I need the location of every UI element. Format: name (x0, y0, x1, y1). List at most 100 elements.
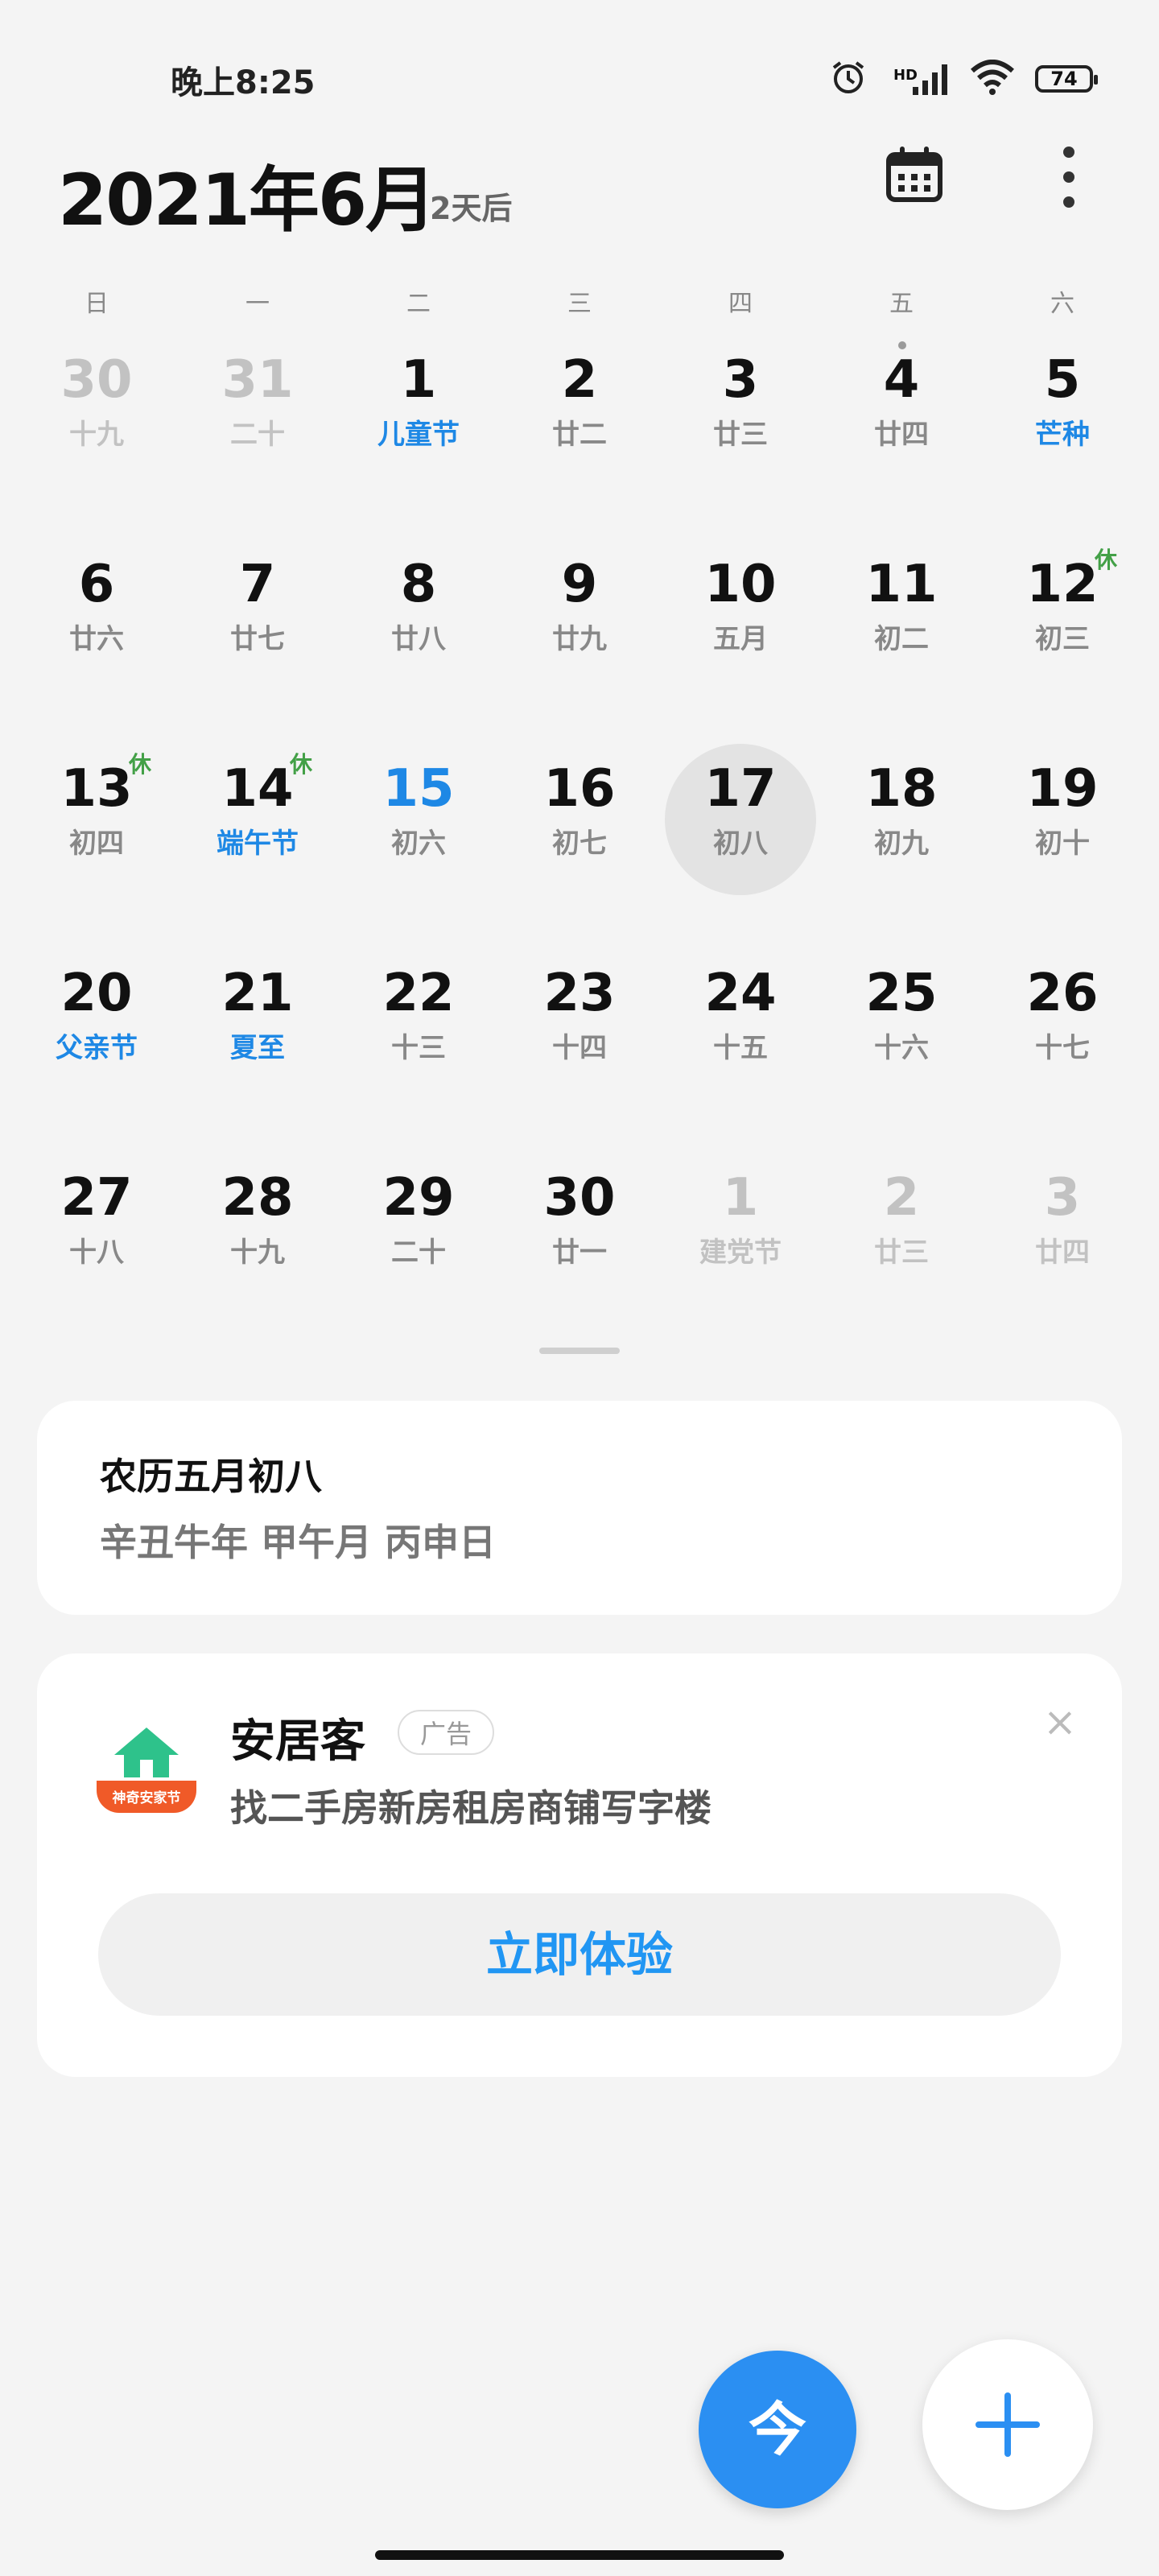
lunar-date: 十九 (69, 419, 124, 451)
more-options-icon[interactable] (1046, 147, 1091, 208)
weekday-label: 日 (85, 290, 109, 318)
day-cell[interactable]: 28 十九 (177, 1161, 338, 1365)
day-number: 23 (543, 964, 616, 1023)
day-cell[interactable]: 20 父亲节 (16, 956, 177, 1161)
lunar-date: 十五 (713, 1032, 768, 1064)
day-cell[interactable]: 22 十三 (338, 956, 499, 1161)
day-number: 14 (221, 759, 294, 819)
today-button[interactable]: 今 (699, 2351, 856, 2508)
day-cell[interactable]: 31 二十 (177, 343, 338, 547)
day-number: 12 (1026, 555, 1099, 614)
close-icon[interactable]: × (1040, 1702, 1080, 1742)
calendar-icon (886, 147, 942, 202)
day-number: 13 (60, 759, 133, 819)
day-cell[interactable]: 休 12 初三 (982, 547, 1143, 752)
day-cell[interactable]: 23 十四 (499, 956, 660, 1161)
lunar-date: 十六 (874, 1032, 929, 1064)
lunar-date: 端午节 (217, 828, 299, 860)
day-cell[interactable]: 7 廿七 (177, 547, 338, 752)
home-indicator[interactable] (375, 2550, 784, 2560)
lunar-date-title: 农历五月初八 (100, 1455, 322, 1498)
day-cell[interactable]: 30 十九 (16, 343, 177, 547)
network-type: HD (893, 67, 918, 84)
day-cell[interactable]: 休 13 初四 (16, 751, 177, 956)
day-cell[interactable]: 9 廿九 (499, 547, 660, 752)
day-number: 2 (883, 1168, 920, 1228)
day-cell-selected[interactable]: 17 初八 (660, 744, 821, 956)
day-number: 26 (1026, 964, 1099, 1023)
lunar-date: 二十 (391, 1236, 446, 1269)
event-dot (898, 341, 906, 349)
day-cell[interactable]: 2 廿二 (499, 343, 660, 547)
add-event-button[interactable] (922, 2339, 1093, 2510)
try-now-button[interactable]: 立即体验 (98, 1893, 1061, 2016)
lunar-date: 芒种 (1035, 419, 1090, 451)
day-cell[interactable]: 19 初十 (982, 752, 1143, 956)
day-cell[interactable]: 11 初二 (821, 547, 982, 752)
ad-app-name: 安居客 (230, 1715, 365, 1768)
day-cell[interactable]: 8 廿八 (338, 547, 499, 752)
day-cell[interactable]: 4 廿四 (821, 341, 982, 547)
ganzhi-detail: 辛丑牛年 甲午月 丙申日 (100, 1521, 497, 1564)
day-cell[interactable]: 30 廿一 (499, 1161, 660, 1365)
drag-handle[interactable] (539, 1348, 620, 1354)
day-cell[interactable]: 25 十六 (821, 956, 982, 1161)
day-number: 27 (60, 1168, 133, 1228)
day-cell[interactable]: 3 廿四 (982, 1161, 1143, 1365)
day-number: 29 (382, 1168, 455, 1228)
day-number: 24 (704, 964, 777, 1023)
day-cell[interactable]: 3 廿三 (660, 343, 821, 547)
lunar-date: 廿八 (391, 623, 446, 655)
lunar-date: 初四 (69, 828, 124, 860)
day-number: 25 (865, 964, 938, 1023)
ad-card[interactable]: 神奇安家节 安居客 广告 找二手房新房租房商铺写字楼 × 立即体验 (37, 1653, 1122, 2077)
day-number: 31 (221, 350, 294, 410)
lunar-date: 廿四 (874, 419, 929, 451)
day-cell[interactable]: 18 初九 (821, 752, 982, 956)
day-number: 3 (1044, 1168, 1081, 1228)
day-cell[interactable]: 26 十七 (982, 956, 1143, 1161)
lunar-info-card[interactable]: 农历五月初八 辛丑牛年 甲午月 丙申日 (37, 1401, 1122, 1615)
day-cell[interactable]: 1 建党节 (660, 1161, 821, 1365)
day-number: 19 (1026, 759, 1099, 819)
lunar-date: 十七 (1035, 1032, 1090, 1064)
day-number: 21 (221, 964, 294, 1023)
lunar-date: 廿六 (69, 623, 124, 655)
status-time: 晚上8:25 (171, 64, 316, 101)
day-number: 3 (722, 350, 759, 410)
day-number: 20 (60, 964, 133, 1023)
day-cell[interactable]: 休 14 端午节 (177, 751, 338, 956)
day-cell[interactable]: 6 廿六 (16, 547, 177, 752)
lunar-date: 建党节 (699, 1236, 782, 1269)
day-number: 1 (400, 350, 437, 410)
lunar-date: 初三 (1035, 623, 1090, 655)
lunar-date: 儿童节 (377, 419, 460, 451)
day-number: 2 (561, 350, 598, 410)
calendar-view-button[interactable] (885, 145, 943, 203)
lunar-date: 廿三 (874, 1236, 929, 1269)
day-number: 10 (704, 555, 777, 614)
month-title[interactable]: 2021年6月 (58, 143, 436, 246)
day-cell[interactable]: 5 芒种 (982, 343, 1143, 547)
day-cell[interactable]: 16 初七 (499, 752, 660, 956)
day-cell[interactable]: 29 二十 (338, 1161, 499, 1365)
weekday-label: 六 (1050, 290, 1074, 318)
ad-badge: 广告 (398, 1710, 495, 1755)
day-number: 28 (221, 1168, 294, 1228)
day-number: 30 (543, 1168, 616, 1228)
day-cell[interactable]: 27 十八 (16, 1161, 177, 1365)
day-cell[interactable]: 1 儿童节 (338, 343, 499, 547)
plus-icon (975, 2392, 1040, 2457)
day-number: 16 (543, 759, 616, 819)
lunar-date: 初二 (874, 623, 929, 655)
lunar-date: 二十 (230, 419, 285, 451)
day-cell[interactable]: 10 五月 (660, 547, 821, 752)
day-number: 4 (883, 350, 920, 410)
anjuke-app-icon[interactable]: 神奇安家节 (97, 1713, 196, 1813)
day-cell[interactable]: 2 廿三 (821, 1161, 982, 1365)
day-cell[interactable]: 21 夏至 (177, 956, 338, 1161)
day-cell-today[interactable]: 15 初六 (338, 752, 499, 956)
day-cell[interactable]: 24 十五 (660, 956, 821, 1161)
status-icons: HD 74 (829, 56, 1098, 101)
weekday-label: 五 (889, 290, 914, 318)
